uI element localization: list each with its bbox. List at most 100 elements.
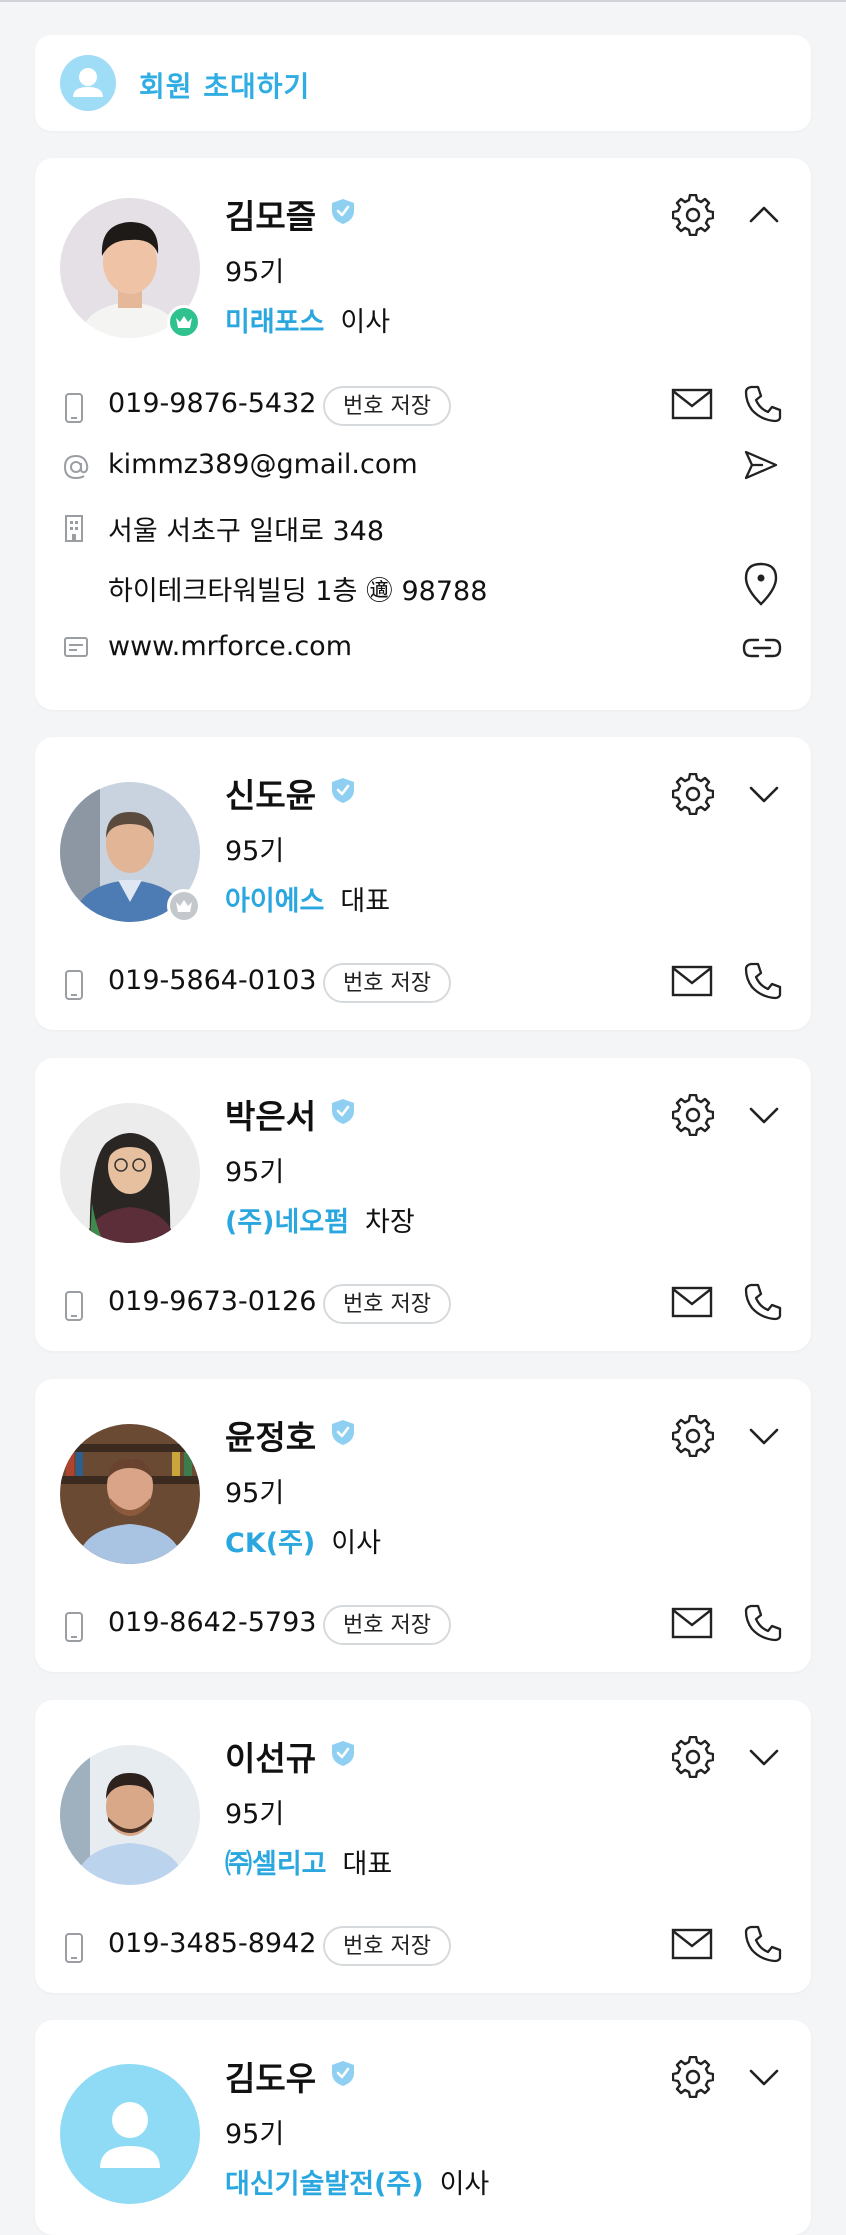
avatar <box>60 2064 200 2204</box>
member-generation: 95기 <box>225 257 285 288</box>
phone-device-icon <box>63 392 85 428</box>
website-row: www.mrforce.com <box>35 623 811 673</box>
mail-icon[interactable] <box>671 1284 713 1324</box>
call-icon[interactable] <box>743 1282 783 1326</box>
website-url[interactable]: www.mrforce.com <box>108 631 352 662</box>
member-card: 신도윤 95기 아이에스 대표 019-5864-0103 번호 저장 <box>35 737 811 1030</box>
mail-icon[interactable] <box>671 1605 713 1645</box>
member-company[interactable]: 미래포스 이사 <box>225 300 390 339</box>
save-number-button[interactable]: 번호 저장 <box>323 1605 451 1645</box>
company-name: CK(주) <box>225 1528 316 1559</box>
at-icon <box>63 453 89 485</box>
member-name: 김도우 <box>225 2059 317 2098</box>
member-title: 대표 <box>340 886 391 917</box>
verified-badge-icon <box>331 1740 355 1771</box>
crown-icon <box>167 889 201 923</box>
phone-row: 019-3485-8942 번호 저장 <box>35 1920 811 1970</box>
chevron-down-icon[interactable] <box>747 777 781 815</box>
gear-icon[interactable] <box>671 193 715 240</box>
gear-icon[interactable] <box>671 1093 715 1140</box>
phone-number[interactable]: 019-3485-8942 <box>108 1928 316 1959</box>
phone-device-icon <box>63 1611 85 1647</box>
verified-badge-icon <box>331 2060 355 2091</box>
call-icon[interactable] <box>743 961 783 1005</box>
member-name: 김모즐 <box>225 197 317 236</box>
member-card: 이선규 95기 ㈜셀리고 대표 019-3485-8942 번호 저장 <box>35 1700 811 1993</box>
phone-row: 019-5864-0103 번호 저장 <box>35 957 811 1007</box>
save-number-button[interactable]: 번호 저장 <box>323 963 451 1003</box>
call-icon[interactable] <box>743 1603 783 1647</box>
member-generation: 95기 <box>225 836 285 867</box>
mail-icon[interactable] <box>671 386 713 426</box>
phone-row: 019-8642-5793 번호 저장 <box>35 1599 811 1649</box>
company-name: 아이에스 <box>225 886 325 917</box>
member-company[interactable]: CK(주) 이사 <box>225 1521 381 1560</box>
member-name: 이선규 <box>225 1739 317 1778</box>
member-title: 이사 <box>439 2169 490 2200</box>
verified-badge-icon <box>331 198 355 229</box>
member-card: 박은서 95기 (주)네오펌 차장 019-9673-0126 번호 저장 <box>35 1058 811 1351</box>
chevron-down-icon[interactable] <box>747 1419 781 1457</box>
chevron-down-icon[interactable] <box>747 1098 781 1136</box>
save-number-button[interactable]: 번호 저장 <box>323 1284 451 1324</box>
member-name: 윤정호 <box>225 1418 317 1457</box>
call-icon[interactable] <box>743 1924 783 1968</box>
phone-device-icon <box>63 1290 85 1326</box>
chevron-down-icon[interactable] <box>747 2060 781 2098</box>
gear-icon[interactable] <box>671 772 715 819</box>
invite-member-button[interactable]: 회원 초대하기 <box>35 35 811 131</box>
avatar <box>60 1745 200 1885</box>
address-line-1[interactable]: 서울 서초구 일대로 348 <box>108 509 384 548</box>
avatar <box>60 1424 200 1564</box>
mail-icon[interactable] <box>671 963 713 1003</box>
member-name: 박은서 <box>225 1097 317 1136</box>
member-company[interactable]: (주)네오펌 차장 <box>225 1200 415 1239</box>
phone-number[interactable]: 019-5864-0103 <box>108 965 316 996</box>
address-line-2[interactable]: 하이테크타워빌딩 1층 ㊜ 98788 <box>108 569 487 608</box>
web-icon <box>63 635 89 663</box>
phone-number[interactable]: 019-8642-5793 <box>108 1607 316 1638</box>
member-title: 대표 <box>342 1849 393 1880</box>
email-address[interactable]: kimmz389@gmail.com <box>108 449 418 480</box>
chevron-down-icon[interactable] <box>747 1740 781 1778</box>
member-title: 차장 <box>365 1207 415 1238</box>
phone-device-icon <box>63 1932 85 1968</box>
company-name: 대신기술발전(주) <box>225 2169 424 2200</box>
mail-icon[interactable] <box>671 1926 713 1966</box>
verified-badge-icon <box>331 777 355 808</box>
member-name: 신도윤 <box>225 776 317 815</box>
phone-row: 019-9876-5432 번호 저장 <box>35 380 811 430</box>
crown-icon <box>167 305 201 339</box>
member-card: 윤정호 95기 CK(주) 이사 019-8642-5793 번호 저장 <box>35 1379 811 1672</box>
chevron-up-icon[interactable] <box>747 198 781 236</box>
link-icon[interactable] <box>741 635 783 665</box>
status-divider <box>0 0 846 2</box>
member-card: 김도우 95기 대신기술발전(주) 이사 <box>35 2020 811 2235</box>
phone-row: 019-9673-0126 번호 저장 <box>35 1278 811 1328</box>
send-icon[interactable] <box>743 449 779 485</box>
member-company[interactable]: ㈜셀리고 대표 <box>225 1842 392 1881</box>
save-number-button[interactable]: 번호 저장 <box>323 386 451 426</box>
location-pin-icon[interactable] <box>741 561 781 611</box>
member-title: 이사 <box>340 307 391 338</box>
phone-number[interactable]: 019-9876-5432 <box>108 388 316 419</box>
member-company[interactable]: 아이에스 대표 <box>225 879 390 918</box>
gear-icon[interactable] <box>671 1735 715 1782</box>
company-name: (주)네오펌 <box>225 1207 350 1238</box>
gear-icon[interactable] <box>671 1414 715 1461</box>
phone-number[interactable]: 019-9673-0126 <box>108 1286 316 1317</box>
email-row: kimmz389@gmail.com <box>35 441 811 491</box>
address-row: 서울 서초구 일대로 348 <box>35 501 811 551</box>
verified-badge-icon <box>331 1419 355 1450</box>
avatar <box>60 1103 200 1243</box>
gear-icon[interactable] <box>671 2055 715 2102</box>
address-row-2: 하이테크타워빌딩 1층 ㊜ 98788 <box>35 561 811 611</box>
user-icon <box>60 55 116 111</box>
save-number-button[interactable]: 번호 저장 <box>323 1926 451 1966</box>
phone-device-icon <box>63 969 85 1005</box>
call-icon[interactable] <box>743 384 783 428</box>
member-company[interactable]: 대신기술발전(주) 이사 <box>225 2162 489 2201</box>
member-generation: 95기 <box>225 2119 285 2150</box>
member-title: 이사 <box>331 1528 381 1559</box>
company-name: ㈜셀리고 <box>225 1849 327 1880</box>
